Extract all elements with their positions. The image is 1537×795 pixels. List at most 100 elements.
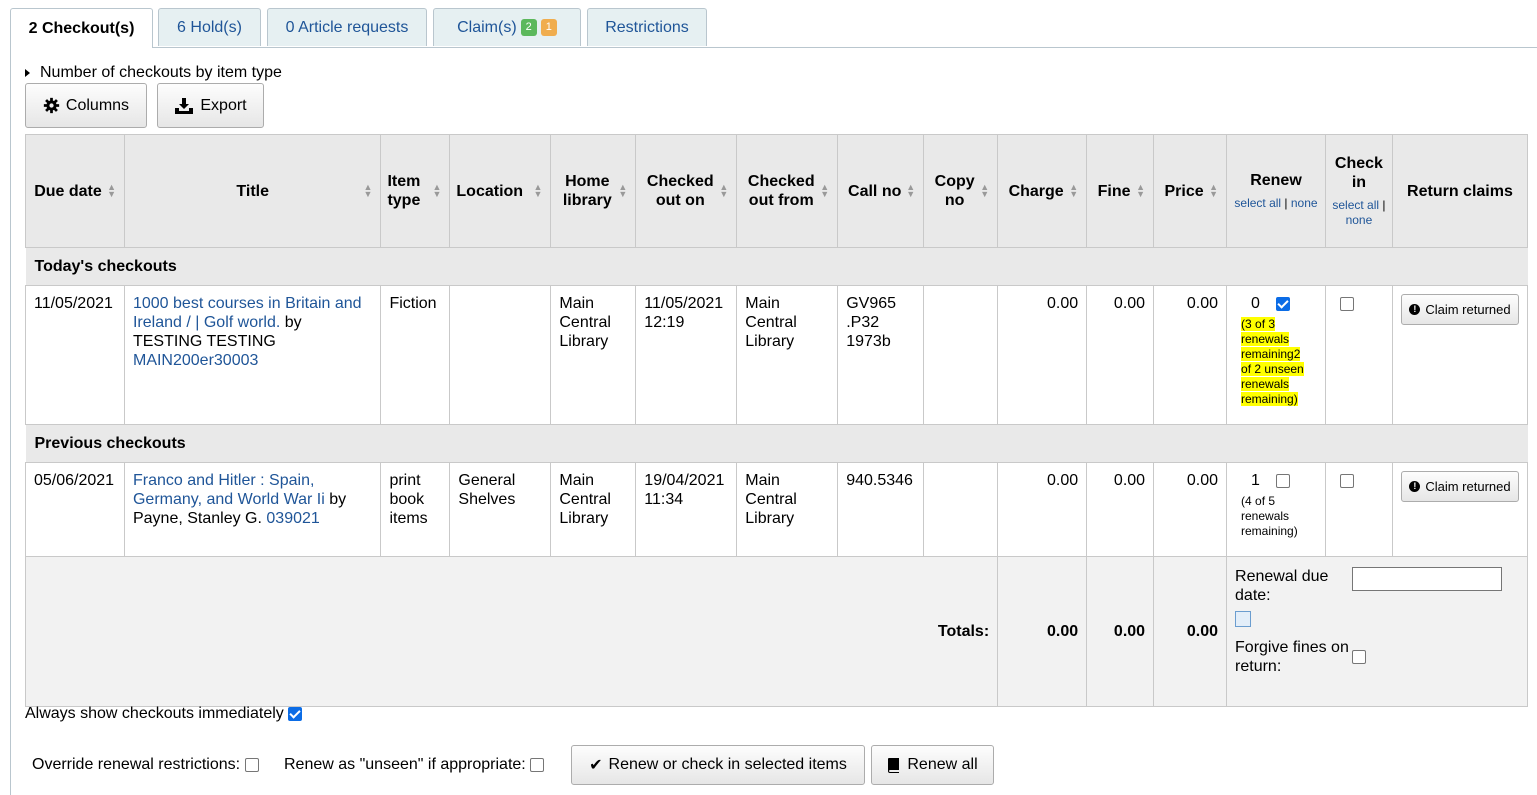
renew-all-button[interactable]: Renew all [871,745,994,785]
export-button[interactable]: Export [157,83,264,128]
col-item-type[interactable]: Item type ▲ ▼ [380,134,451,248]
totals-row: Totals: 0.00 0.00 0.00 Renewal due date:… [24,556,1528,707]
col-renew: Renew select all | none [1226,134,1326,248]
home-library-cell: Main Central Library [550,285,637,425]
check-in-checkbox[interactable] [1339,296,1354,311]
total-fine: 0.00 [1086,556,1155,707]
renewal-due-date-input[interactable] [1352,567,1503,591]
due-date-cell: 11/05/2021 [25,285,125,425]
sort-icon: ▲ ▼ [820,182,830,199]
copy-no-header: Copy no [934,173,975,209]
item-type-cell: print book items [380,462,451,557]
renew-header: Renew [1250,172,1302,189]
renew-count: 0 [1251,295,1260,312]
tab-restrictions[interactable]: Restrictions [587,8,707,46]
book-icon [888,758,900,773]
title-cell: 1000 best courses in Britain and Ireland… [123,285,382,425]
col-call-no[interactable]: Call no ▲ ▼ [837,134,925,248]
always-show-label: Always show checkouts immediately [25,705,284,722]
check-icon: ✔ [589,757,603,774]
override-row: Override renewal restrictions: [32,756,259,774]
sort-icon: ▲ ▼ [533,182,543,199]
check-in-cell [1324,285,1393,425]
claim-returned-label: Claim returned [1425,302,1511,317]
renew-select-links: select all | none [1234,196,1318,210]
price-cell: 0.00 [1153,285,1228,425]
renew-select-all-link[interactable]: select all [1234,196,1281,210]
barcode-link[interactable]: MAIN200er30003 [133,352,258,369]
forgive-fines-checkbox[interactable] [1352,650,1367,664]
by-text: by [284,314,302,331]
charge-cell: 0.00 [997,285,1088,425]
col-home-library[interactable]: Home library ▲ ▼ [550,134,637,248]
override-checkbox[interactable] [244,757,259,772]
due-date-cell: 05/06/2021 [25,462,125,557]
calendar-icon-wrap [1235,611,1519,632]
always-show-checkbox[interactable] [288,706,303,721]
title-link[interactable]: Franco and Hitler : Spain, Germany, and … [133,472,325,508]
due-date-header: Due date [34,182,102,200]
calendar-icon[interactable] [1235,611,1252,627]
col-charge[interactable]: Charge ▲ ▼ [997,134,1088,248]
col-location[interactable]: Location ▲ ▼ [449,134,552,248]
col-price[interactable]: Price ▲ ▼ [1153,134,1228,248]
col-title[interactable]: Title ▲ ▼ [123,134,382,248]
return-claims-header: Return claims [1407,182,1513,200]
col-due-date[interactable]: Due date ▲ ▼ [25,134,125,248]
fine-cell: 0.00 [1086,285,1155,425]
unseen-checkbox[interactable] [530,757,545,772]
caret-right-icon [25,68,30,77]
renew-selected-button[interactable]: ✔ Renew or check in selected items [571,745,865,785]
tab-article-requests-label: 0 Article requests [285,18,409,36]
checkouts-by-type-toggle[interactable]: Number of checkouts by item type [25,64,282,82]
renew-selected-label: Renew or check in selected items [608,756,847,773]
sort-icon: ▲ ▼ [1069,182,1079,199]
tab-bar: 2 Checkout(s) 6 Hold(s) 0 Article reques… [10,8,1537,48]
tab-claims-label: Claim(s) [457,18,517,36]
copy-no-cell [923,462,999,557]
group-row-today: Today's checkouts [25,247,1528,286]
check-in-header: Check in [1334,155,1383,191]
author-text: Payne, Stanley G. [132,510,262,527]
barcode-link[interactable]: 039021 [266,510,319,527]
claim-returned-button[interactable]: ! Claim returned [1401,471,1519,502]
unseen-label: Renew as "unseen" if appropriate: [284,756,526,773]
claims-count-badge-green: 2 [520,19,537,36]
group-label-today: Today's checkouts [25,247,1528,286]
tab-checkouts[interactable]: 2 Checkout(s) [10,8,153,48]
columns-button[interactable]: Columns [25,83,147,128]
renewal-options-cell: Renewal due date: Forgive fines on retur… [1226,556,1528,707]
checked-out-from-cell: Main Central Library [736,285,839,425]
check-in-select-none-link[interactable]: none [1346,213,1373,227]
col-fine[interactable]: Fine ▲ ▼ [1086,134,1155,248]
title-header: Title [236,182,270,200]
check-in-checkbox[interactable] [1339,473,1354,488]
home-library-cell: Main Central Library [550,462,637,557]
renew-all-label: Renew all [907,756,978,773]
renew-count: 1 [1251,472,1260,489]
check-in-select-links: select all | none [1332,198,1386,227]
renewal-due-date-label: Renewal due date: [1235,568,1329,604]
renew-select-none-link[interactable]: none [1291,196,1318,210]
item-type-header: Item type [387,173,421,209]
tab-holds[interactable]: 6 Hold(s) [158,8,261,46]
renewals-remaining-text: (4 of 5 renewals remaining) [1241,494,1298,538]
col-checked-out-on[interactable]: Checked out on ▲ ▼ [635,134,738,248]
col-copy-no[interactable]: Copy no ▲ ▼ [923,134,999,248]
check-in-select-all-link[interactable]: select all [1332,198,1379,212]
call-no-cell: GV965 .P32 1973b [837,285,925,425]
tab-article-requests[interactable]: 0 Article requests [267,8,427,46]
toggle-label: Number of checkouts by item type [40,64,282,81]
renew-checkbox[interactable] [1275,296,1290,311]
sort-icon: ▲ ▼ [719,182,729,199]
group-label-previous: Previous checkouts [25,424,1528,463]
home-library-header: Home library [562,173,612,209]
col-checked-out-from[interactable]: Checked out from ▲ ▼ [736,134,839,248]
claim-returned-button[interactable]: ! Claim returned [1401,294,1519,325]
checked-out-on-header: Checked out on [646,173,714,209]
title-link[interactable]: 1000 best courses in Britain and Ireland… [133,295,362,331]
tab-claims[interactable]: Claim(s) 2 1 [433,8,581,46]
total-price: 0.00 [1153,556,1228,707]
fine-header: Fine [1097,182,1131,200]
renew-checkbox[interactable] [1275,473,1290,488]
